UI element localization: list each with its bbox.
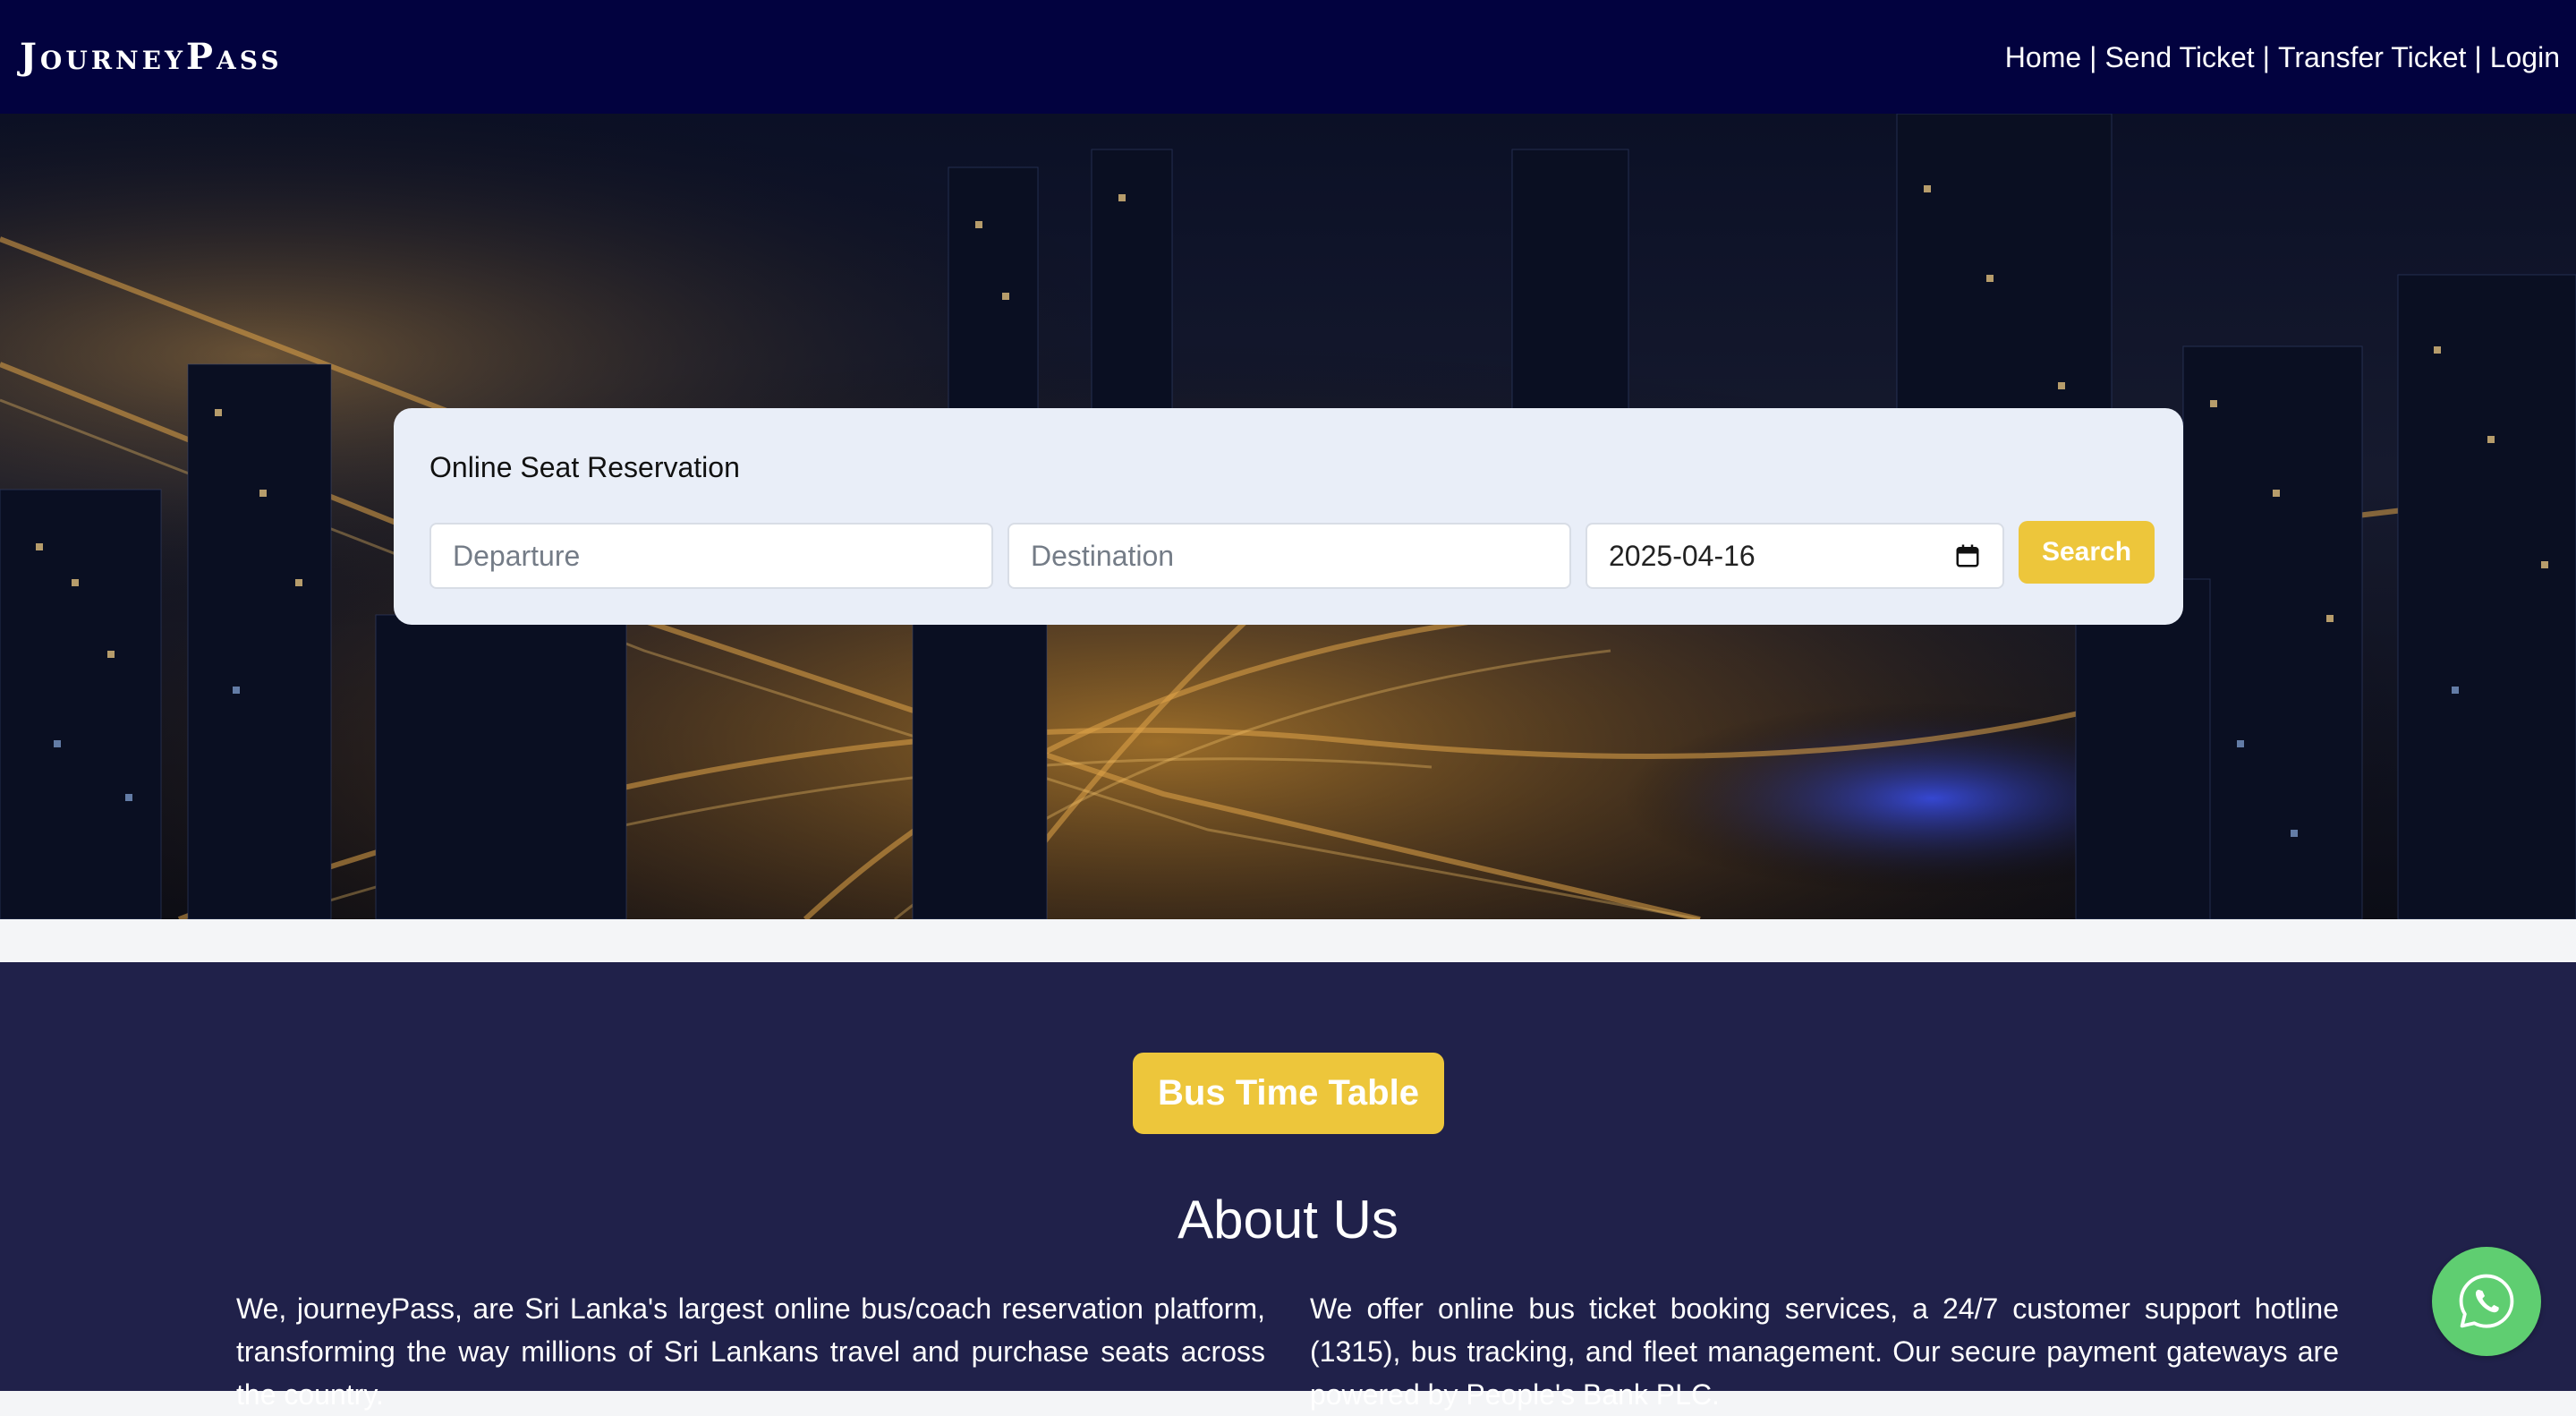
seat-reservation-panel: Online Seat Reservation 2025-04-16 Searc… [394,408,2183,625]
about-section: Bus Time Table About Us We, journeyPass,… [0,962,2576,1411]
departure-input[interactable] [429,523,993,589]
bus-time-table-button[interactable]: Bus Time Table [1133,1053,1444,1134]
about-title: About Us [1177,1190,1399,1250]
nav-separator: | [2474,41,2482,73]
destination-input[interactable] [1007,523,1571,589]
top-navbar: JourneyPass Home | Send Ticket | Transfe… [0,0,2576,114]
whatsapp-icon [2459,1274,2514,1328]
date-input[interactable]: 2025-04-16 [1586,523,2004,589]
nav-separator: | [2089,41,2097,73]
nav-login[interactable]: Login [2490,32,2560,82]
nav-home[interactable]: Home [2005,32,2081,82]
about-text-left: We, journeyPass, are Sri Lanka's largest… [236,1292,1265,1411]
brand-logo[interactable]: JourneyPass [20,32,283,82]
nav-transfer-ticket[interactable]: Transfer Ticket [2278,32,2466,82]
main-nav: Home | Send Ticket | Transfer Ticket | L… [2005,32,2560,82]
date-value: 2025-04-16 [1609,539,1756,572]
nav-send-ticket[interactable]: Send Ticket [2104,32,2254,82]
section-divider [0,919,2576,962]
nav-separator: | [2262,41,2270,73]
whatsapp-chat-button[interactable] [2432,1247,2541,1356]
panel-title: Online Seat Reservation [429,451,740,483]
search-button[interactable]: Search [2019,521,2155,584]
about-text-right: We offer online bus ticket booking servi… [1310,1292,2339,1411]
calendar-icon[interactable] [1954,542,1981,569]
